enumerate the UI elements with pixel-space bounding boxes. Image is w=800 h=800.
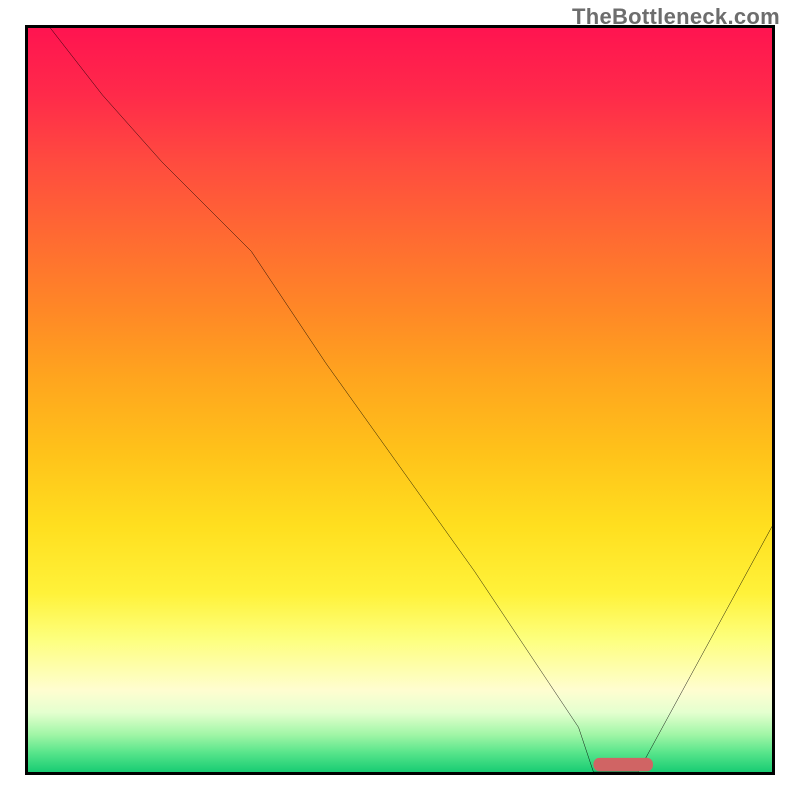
curve-svg <box>28 28 772 772</box>
bottleneck-chart: TheBottleneck.com <box>0 0 800 800</box>
plot-area <box>25 25 775 775</box>
optimum-marker <box>593 758 653 771</box>
bottleneck-curve-path <box>50 28 772 772</box>
watermark-text: TheBottleneck.com <box>572 4 780 30</box>
